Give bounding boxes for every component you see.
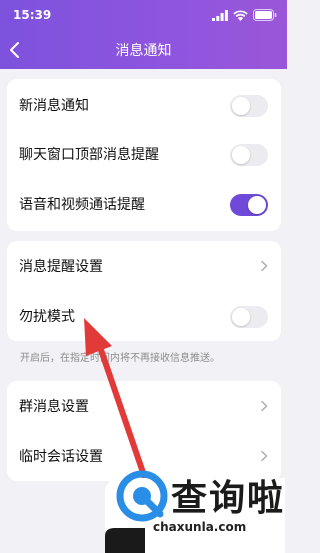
watermark-dark-shape [105,528,145,553]
watermark-brand: 查询啦 [171,478,286,519]
watermark-url: chaxunla.com [153,520,247,534]
watermark-logo-icon [116,470,168,522]
